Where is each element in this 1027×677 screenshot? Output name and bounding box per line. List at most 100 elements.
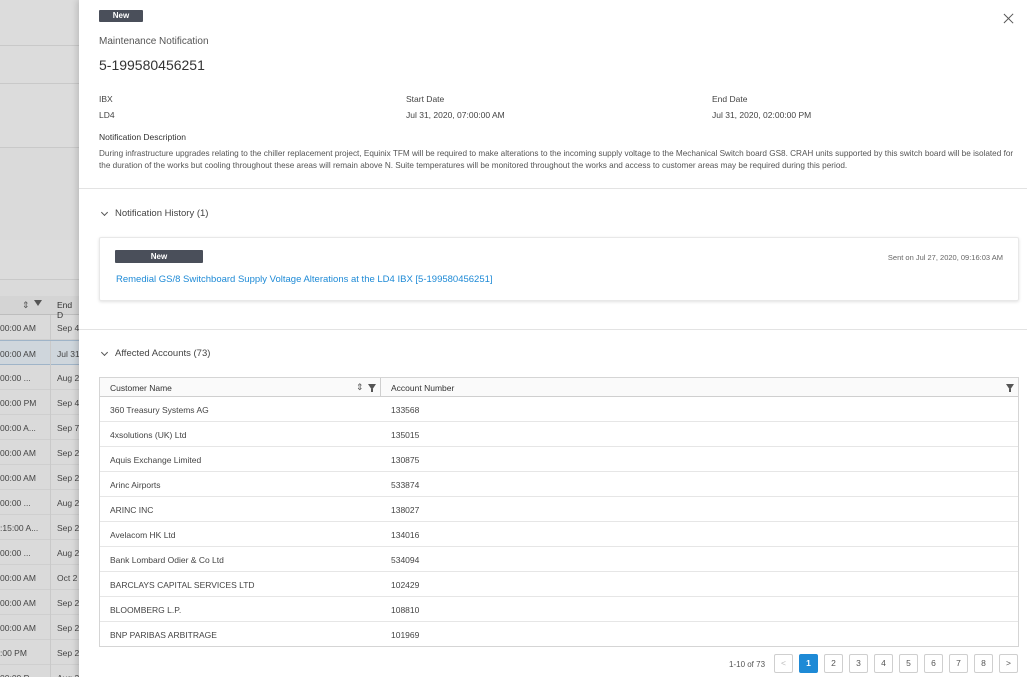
history-sent-date: Sent on Jul 27, 2020, 09:16:03 AM — [887, 253, 1003, 262]
notification-history-toggle[interactable]: Notification History (1) — [99, 208, 208, 219]
background-time-cell: 00:00 AM — [0, 598, 36, 608]
background-time-cell: 00:00 ... — [0, 498, 31, 508]
background-table-row[interactable]: 00:00 A... Sep 7 — [0, 415, 79, 440]
background-end-date-cell: Sep 2 — [57, 598, 79, 608]
column-divider — [50, 665, 51, 677]
table-row[interactable]: Bank Lombard Odier & Co Ltd 534094 — [100, 547, 1018, 572]
background-time-cell: 00:00 P... — [0, 673, 50, 677]
column-divider — [50, 341, 51, 366]
table-row[interactable]: BNP PARIBAS ARBITRAGE 101969 — [100, 622, 1018, 647]
customer-name-cell: BLOOMBERG L.P. — [110, 605, 182, 615]
page-button-5[interactable]: 5 — [899, 654, 918, 673]
table-row[interactable]: Arinc Airports 533874 — [100, 472, 1018, 497]
page-button-8[interactable]: 8 — [974, 654, 993, 673]
notification-description: During infrastructure upgrades relating … — [99, 149, 1014, 170]
start-date-label: Start Date — [406, 94, 445, 104]
column-divider[interactable] — [380, 378, 381, 397]
background-end-date-cell: Sep 7 — [57, 423, 79, 433]
column-divider — [50, 465, 51, 490]
background-time-cell: 00:00 ... — [0, 373, 31, 383]
background-block — [0, 240, 79, 280]
account-number-cell: 108810 — [391, 605, 420, 615]
background-table-row[interactable]: 00:00 AM Sep 4 — [0, 315, 79, 340]
column-divider — [50, 315, 51, 340]
filter-icon[interactable] — [368, 384, 376, 392]
notification-history-title: Notification History (1) — [115, 208, 209, 219]
background-time-cell: 00:00 AM — [0, 448, 36, 458]
account-number-cell: 134016 — [391, 530, 420, 540]
notification-drawer: New Maintenance Notification 5-199580456… — [79, 0, 1027, 677]
background-app: ⇕ End D 00:00 AM Sep 4 00:00 AM Jul 31 00:00… — [0, 0, 79, 677]
background-table-row[interactable]: 00:00 AM Sep 2 — [0, 590, 79, 615]
customer-name-header[interactable]: Customer Name — [110, 383, 172, 393]
column-divider — [50, 440, 51, 465]
background-end-date-cell: Jul 31 — [57, 349, 79, 359]
background-table-row[interactable]: 00:00 AM Jul 31 — [0, 340, 79, 366]
close-icon[interactable] — [1002, 12, 1016, 26]
sort-icon[interactable]: ⇕ — [22, 300, 30, 311]
page-button-6[interactable]: 6 — [924, 654, 943, 673]
table-row[interactable]: BLOOMBERG L.P. 108810 — [100, 597, 1018, 622]
chevron-down-icon — [100, 348, 109, 357]
table-row[interactable]: ARINC INC 138027 — [100, 497, 1018, 522]
column-divider — [50, 565, 51, 590]
account-number-cell: 101969 — [391, 630, 420, 640]
table-row[interactable]: Aquis Exchange Limited 130875 — [100, 447, 1018, 472]
table-header: Customer Name ⇕ Account Number — [100, 378, 1018, 397]
history-notification-link[interactable]: Remedial GS/8 Switchboard Supply Voltage… — [116, 274, 493, 285]
page-button-2[interactable]: 2 — [824, 654, 843, 673]
table-row[interactable]: Avelacom HK Ltd 134016 — [100, 522, 1018, 547]
chevron-down-icon — [100, 208, 109, 217]
background-time-cell: :00 PM — [0, 648, 27, 658]
column-divider — [50, 415, 51, 440]
customer-name-cell: Avelacom HK Ltd — [110, 530, 176, 540]
table-row[interactable]: 4xsolutions (UK) Ltd 135015 — [100, 422, 1018, 447]
column-divider — [50, 615, 51, 640]
start-date-value: Jul 31, 2020, 07:00:00 AM — [406, 110, 505, 120]
background-table-row[interactable]: 00:00 AM Sep 2 — [0, 465, 79, 490]
background-end-date-cell: Aug 2 — [57, 498, 79, 508]
prev-page-button[interactable]: < — [774, 654, 793, 673]
divider — [79, 188, 1027, 189]
background-table-row[interactable]: 00:00 AM Oct 2 — [0, 565, 79, 590]
column-divider — [50, 515, 51, 540]
column-divider — [50, 490, 51, 515]
accounts-table: Customer Name ⇕ Account Number 360 Treas… — [99, 377, 1019, 647]
pagination-info: 1-10 of 73 — [729, 660, 766, 669]
account-number-cell: 133568 — [391, 405, 420, 415]
column-divider — [50, 590, 51, 615]
notification-type-label: Maintenance Notification — [99, 36, 209, 47]
table-row[interactable]: 360 Treasury Systems AG 133568 — [100, 397, 1018, 422]
background-table-row[interactable]: 00:00 PM Sep 4 — [0, 390, 79, 415]
sort-icon[interactable]: ⇕ — [356, 382, 364, 393]
background-block — [0, 0, 79, 46]
page-button-7[interactable]: 7 — [949, 654, 968, 673]
background-time-cell: :15:00 A... — [0, 523, 39, 533]
pagination: 1-10 of 73 < 12345678 > — [79, 654, 1027, 674]
customer-name-cell: 4xsolutions (UK) Ltd — [110, 430, 187, 440]
background-table-row[interactable]: :15:00 A... Sep 2 — [0, 515, 79, 540]
background-table-row[interactable]: 00:00 ... Aug 2 — [0, 540, 79, 565]
page-button-3[interactable]: 3 — [849, 654, 868, 673]
background-table-row[interactable]: 00:00 ... Aug 2 — [0, 365, 79, 390]
customer-name-cell: BNP PARIBAS ARBITRAGE — [110, 630, 217, 640]
background-end-date-cell: Sep 2 — [57, 523, 79, 533]
affected-accounts-toggle[interactable]: Affected Accounts (73) — [99, 348, 210, 359]
background-table-row[interactable]: 00:00 ... Aug 2 — [0, 490, 79, 515]
table-row[interactable]: BARCLAYS CAPITAL SERVICES LTD 102429 — [100, 572, 1018, 597]
background-table-row[interactable]: 00:00 P... Aug 2 — [0, 665, 79, 677]
background-table-row[interactable]: :00 PM Sep 2 — [0, 640, 79, 665]
page-button-1[interactable]: 1 — [799, 654, 818, 673]
background-time-cell: 00:00 AM — [0, 473, 36, 483]
divider — [79, 329, 1027, 330]
page-button-4[interactable]: 4 — [874, 654, 893, 673]
filter-icon[interactable] — [1006, 384, 1014, 392]
background-table-row[interactable]: 00:00 AM Sep 2 — [0, 440, 79, 465]
customer-name-cell: Arinc Airports — [110, 480, 161, 490]
customer-name-cell: Bank Lombard Odier & Co Ltd — [110, 555, 224, 565]
account-number-header[interactable]: Account Number — [391, 383, 454, 393]
filter-icon[interactable] — [34, 300, 42, 306]
background-table-row[interactable]: 00:00 AM Sep 2 — [0, 615, 79, 640]
next-page-button[interactable]: > — [999, 654, 1018, 673]
background-end-date-cell: Aug 2 — [57, 548, 79, 558]
